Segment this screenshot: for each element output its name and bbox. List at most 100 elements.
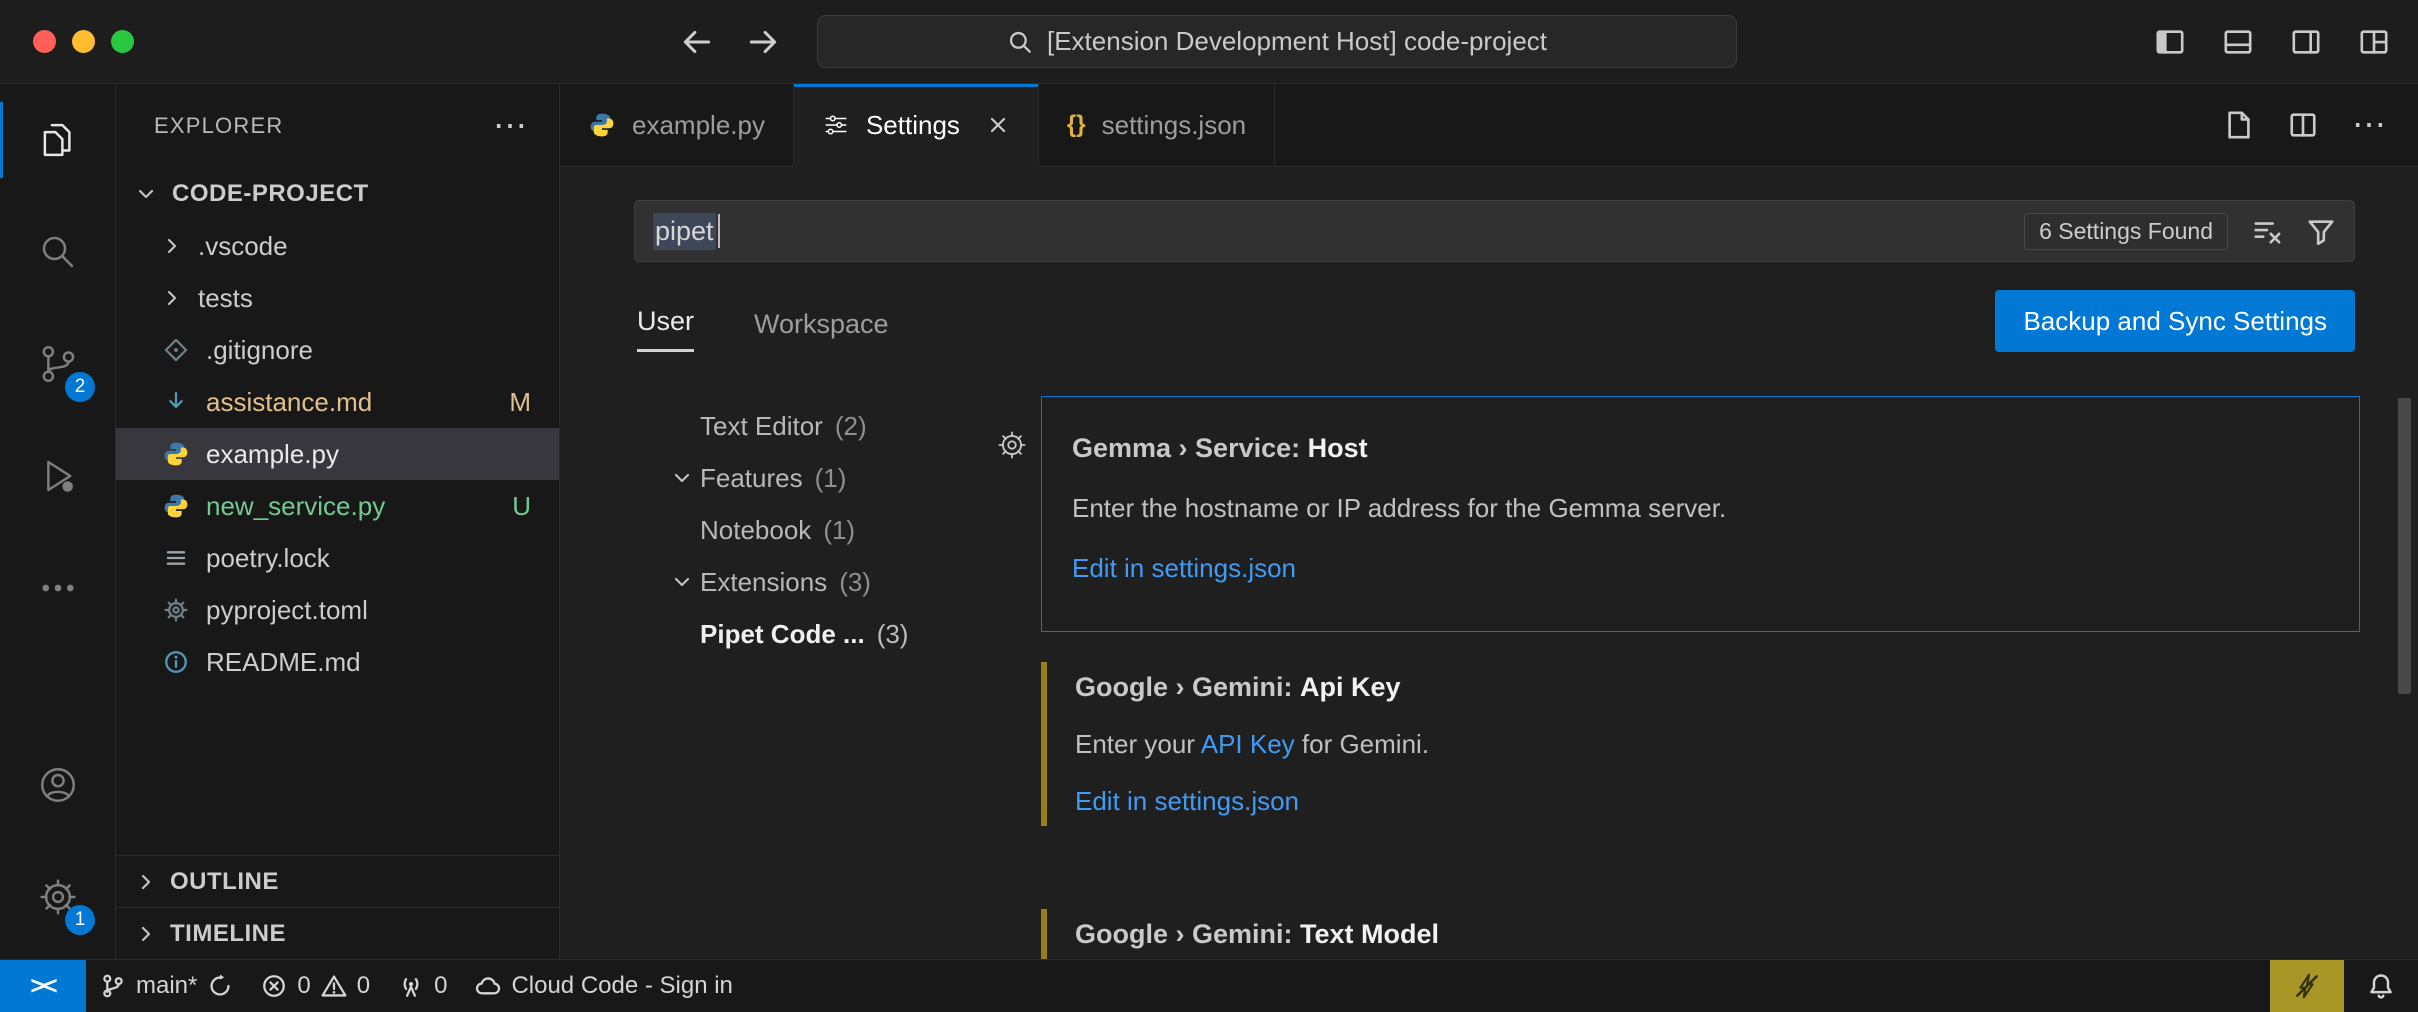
back-icon[interactable] [680,25,714,59]
more-actions-icon[interactable]: ⋯ [2352,105,2388,145]
activity-settings-button[interactable]: 1 [0,841,115,953]
file-label: .gitignore [206,335,313,366]
errors-icon [261,973,287,999]
vscode-window: [Extension Development Host] code-projec… [0,0,2418,1012]
file-readme-md[interactable]: README.md [116,636,559,688]
file-assistance-md[interactable]: assistance.md M [116,376,559,428]
tab-label: Settings [866,110,960,141]
filter-icon[interactable] [2306,216,2336,246]
tree-root-label: CODE-PROJECT [172,180,369,208]
source-control-badge: 2 [65,372,95,402]
file-example-py[interactable]: example.py [116,428,559,480]
toggle-sidebar-icon[interactable] [2154,27,2186,57]
errors-count: 0 [297,972,310,1000]
backup-sync-settings-button[interactable]: Backup and Sync Settings [1995,290,2355,352]
folder-vscode[interactable]: .vscode [116,220,559,272]
split-editor-icon[interactable] [2288,110,2318,140]
manage-setting-gear-icon[interactable] [996,429,1028,461]
setting-description: Enter your API Key for Gemini. [1075,727,2360,761]
toc-text-editor[interactable]: Text Editor (2) [654,400,1024,452]
api-key-link[interactable]: API Key [1201,729,1295,759]
titlebar-layout-actions [2154,0,2390,83]
activity-more-button[interactable] [0,532,115,644]
close-tab-icon[interactable] [986,113,1010,137]
tab-settings-json[interactable]: {} settings.json [1039,84,1275,166]
clear-filters-icon[interactable] [2252,216,2282,246]
setting-google-gemini-text-model[interactable]: Google › Gemini: Text Model [1041,909,2360,959]
toggle-secondary-sidebar-icon[interactable] [2290,27,2322,57]
files-icon [37,119,79,161]
open-settings-json-icon[interactable] [2224,110,2254,140]
python-file-icon [162,492,190,520]
text-caret [718,214,720,248]
activity-accounts-button[interactable] [0,729,115,841]
close-window-button[interactable] [33,30,56,53]
ports-count: 0 [434,972,447,1000]
ports-status[interactable]: 0 [384,960,461,1012]
explorer-sidebar: EXPLORER ⋯ CODE-PROJECT .vscode tests [116,84,560,959]
results-count-badge: 6 Settings Found [2024,213,2228,250]
bell-icon [2367,972,2395,1000]
file-gitignore[interactable]: .gitignore [116,324,559,376]
forward-icon[interactable] [746,25,780,59]
setting-gemma-service-host[interactable]: Gemma › Service: Host Enter the hostname… [1041,396,2360,632]
history-nav [680,0,780,83]
file-poetry-lock[interactable]: poetry.lock [116,532,559,584]
sync-changes-icon[interactable] [207,973,233,999]
ellipsis-icon [37,567,79,609]
edit-in-settings-json-link[interactable]: Edit in settings.json [1075,784,2360,818]
minimize-window-button[interactable] [72,30,95,53]
titlebar: [Extension Development Host] code-projec… [0,0,2418,84]
chevron-down-icon [134,182,158,206]
settings-toc: Text Editor (2) Features (1) Notebook (1… [654,400,1024,660]
command-center[interactable]: [Extension Development Host] code-projec… [817,15,1737,68]
activity-explorer-button[interactable] [0,84,115,196]
toc-pipet-code[interactable]: Pipet Code ... (3) [654,608,1024,660]
activity-run-debug-button[interactable] [0,420,115,532]
remote-indicator[interactable]: >< [0,960,86,1012]
warnings-icon [321,973,347,999]
explorer-more-actions-icon[interactable]: ⋯ [493,106,529,146]
chevron-right-icon [134,870,158,894]
run-debug-icon [37,455,79,497]
git-branch-status[interactable]: main* [86,960,247,1012]
settings-list: Gemma › Service: Host Enter the hostname… [1041,396,2360,959]
status-right [2270,960,2418,1012]
main-area: 2 [0,84,2418,959]
toggle-panel-icon[interactable] [2222,27,2254,57]
setting-google-gemini-api-key[interactable]: Google › Gemini: Api Key Enter your API … [1041,662,2360,826]
zoom-window-button[interactable] [111,30,134,53]
file-label: new_service.py [206,491,385,522]
setting-title: Google › Gemini: Text Model [1075,917,2360,951]
customize-layout-icon[interactable] [2358,27,2390,57]
problems-status[interactable]: 0 0 [247,960,384,1012]
file-new-service-py[interactable]: new_service.py U [116,480,559,532]
cloud-code-label: Cloud Code - Sign in [511,972,732,1000]
activity-source-control-button[interactable]: 2 [0,308,115,420]
radio-tower-icon [398,973,424,999]
extension-host-warning-status[interactable] [2270,960,2344,1012]
json-braces-icon: {} [1067,111,1086,139]
scope-tab-workspace[interactable]: Workspace [754,309,889,352]
toc-notebook[interactable]: Notebook (1) [654,504,1024,556]
toc-extensions[interactable]: Extensions (3) [654,556,1024,608]
tab-example-py[interactable]: example.py [560,84,794,166]
settings-sliders-icon [822,111,850,139]
search-icon [1007,29,1033,55]
activity-search-button[interactable] [0,196,115,308]
timeline-section-header[interactable]: TIMELINE [116,907,559,959]
toc-features[interactable]: Features (1) [654,452,1024,504]
tab-settings[interactable]: Settings [794,84,1039,167]
cloud-code-status[interactable]: Cloud Code - Sign in [461,960,746,1012]
file-pyproject-toml[interactable]: pyproject.toml [116,584,559,636]
notifications-bell-button[interactable] [2344,960,2418,1012]
sidebar-bottom-sections: OUTLINE TIMELINE [116,855,559,959]
lock-file-icon [162,544,190,572]
edit-in-settings-json-link[interactable]: Edit in settings.json [1072,551,2329,585]
folder-tests[interactable]: tests [116,272,559,324]
scope-tab-user[interactable]: User [637,306,694,352]
settings-search-input[interactable]: pipet 6 Settings Found [634,200,2355,262]
outline-section-header[interactable]: OUTLINE [116,855,559,907]
settings-scrollbar[interactable] [2398,398,2411,694]
tree-root-code-project[interactable]: CODE-PROJECT [116,168,559,220]
